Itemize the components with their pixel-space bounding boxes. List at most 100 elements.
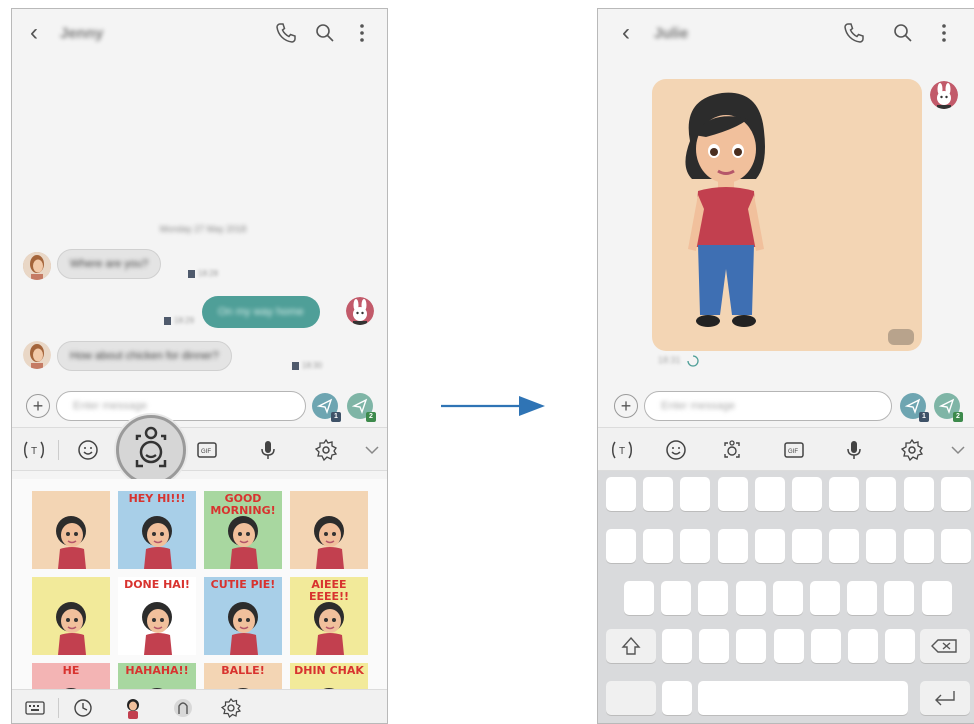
ar-emoji-sticker[interactable]: DHIN CHAK xyxy=(290,663,368,689)
letter-key[interactable] xyxy=(792,529,822,563)
search-icon[interactable] xyxy=(891,21,915,45)
letter-key[interactable] xyxy=(624,581,654,615)
letter-key[interactable] xyxy=(680,529,711,563)
emoji-icon[interactable] xyxy=(76,438,100,462)
letter-key[interactable] xyxy=(773,629,804,663)
message-input[interactable]: Enter message xyxy=(56,391,306,421)
ar-emoji-sticker[interactable]: HAHAHA!! xyxy=(118,663,196,689)
letter-key[interactable] xyxy=(643,529,674,563)
chevron-down-icon[interactable] xyxy=(360,438,384,462)
letter-key[interactable] xyxy=(848,629,878,663)
ar-emoji-sticker[interactable] xyxy=(32,491,110,569)
letter-key[interactable] xyxy=(698,581,729,615)
letter-key[interactable] xyxy=(866,477,897,511)
ar-emoji-sticker[interactable]: HE xyxy=(32,663,110,689)
comma-key[interactable] xyxy=(662,681,692,715)
send-sim2-button[interactable]: 2 xyxy=(934,393,963,422)
microphone-icon[interactable] xyxy=(842,438,866,462)
settings-gear-icon[interactable] xyxy=(220,697,242,719)
ar-emoji-button-magnified[interactable] xyxy=(116,415,186,485)
microphone-icon[interactable] xyxy=(256,438,280,462)
message-input[interactable]: Enter message xyxy=(644,391,892,421)
chevron-down-icon[interactable] xyxy=(946,438,970,462)
message-bubble-incoming[interactable]: Where are you? xyxy=(57,249,162,279)
letter-key[interactable] xyxy=(829,529,860,563)
text-mode-icon[interactable]: T xyxy=(22,438,46,462)
letter-key[interactable] xyxy=(866,529,897,563)
gif-icon[interactable]: GIF xyxy=(782,438,806,462)
sim2-badge: 2 xyxy=(366,412,376,422)
attach-plus-button[interactable]: + xyxy=(26,394,50,418)
back-arrow-icon[interactable]: ‹ xyxy=(30,21,38,45)
symbols-key[interactable] xyxy=(606,681,656,715)
letter-key[interactable] xyxy=(810,629,841,663)
settings-gear-icon[interactable] xyxy=(900,438,924,462)
ar-emoji-sticker[interactable]: GOOD MORNING! xyxy=(204,491,282,569)
letter-key[interactable] xyxy=(699,629,730,663)
letter-key[interactable] xyxy=(903,529,934,563)
emoji-icon[interactable] xyxy=(664,438,688,462)
my-emoji-stickers-icon[interactable] xyxy=(122,697,144,719)
attach-plus-button[interactable]: + xyxy=(614,394,638,418)
ar-emoji-sticker[interactable]: HEY HI!!! xyxy=(118,491,196,569)
letter-key[interactable] xyxy=(885,629,916,663)
letter-key[interactable] xyxy=(810,581,840,615)
avatar-stickers-icon[interactable] xyxy=(172,697,194,719)
text-mode-icon[interactable]: T xyxy=(610,438,634,462)
ar-emoji-icon[interactable] xyxy=(720,438,744,462)
letter-key[interactable] xyxy=(884,581,915,615)
ar-emoji-sticker[interactable]: CUTIE PIE! xyxy=(204,577,282,655)
settings-gear-icon[interactable] xyxy=(314,438,338,462)
message-bubble-outgoing[interactable]: On my way home xyxy=(202,296,320,328)
letter-key[interactable] xyxy=(754,477,785,511)
shift-arrow-icon xyxy=(621,636,641,655)
recent-clock-icon[interactable] xyxy=(72,697,94,719)
space-key[interactable] xyxy=(698,681,908,715)
letter-key[interactable] xyxy=(662,629,692,663)
phone-call-icon[interactable] xyxy=(842,21,866,45)
letter-key[interactable] xyxy=(606,477,636,511)
more-options-icon[interactable] xyxy=(932,21,956,45)
letter-key[interactable] xyxy=(772,581,803,615)
letter-key[interactable] xyxy=(921,581,952,615)
send-sim1-button[interactable]: 1 xyxy=(312,393,341,422)
letter-key[interactable] xyxy=(754,529,785,563)
ar-emoji-sticker[interactable] xyxy=(32,577,110,655)
letter-key[interactable] xyxy=(940,477,971,511)
contact-avatar[interactable] xyxy=(23,341,51,369)
back-arrow-icon[interactable]: ‹ xyxy=(622,21,630,45)
sim2-badge: 2 xyxy=(953,412,963,422)
letter-key[interactable] xyxy=(735,581,766,615)
ar-emoji-sticker[interactable]: DONE HAI! xyxy=(118,577,196,655)
phone-call-icon[interactable] xyxy=(274,21,298,45)
my-avatar[interactable] xyxy=(346,297,374,325)
my-avatar[interactable] xyxy=(930,81,958,109)
search-icon[interactable] xyxy=(313,21,337,45)
letter-key[interactable] xyxy=(736,629,767,663)
letter-key[interactable] xyxy=(829,477,860,511)
letter-key[interactable] xyxy=(606,529,636,563)
letter-key[interactable] xyxy=(792,477,822,511)
letter-key[interactable] xyxy=(680,477,711,511)
contact-avatar[interactable] xyxy=(23,252,51,280)
letter-key[interactable] xyxy=(903,477,934,511)
message-bubble-incoming[interactable]: How about chicken for dinner? xyxy=(57,341,232,371)
ar-emoji-sticker[interactable]: BALLE! xyxy=(204,663,282,689)
letter-key[interactable] xyxy=(717,477,748,511)
send-sim2-button[interactable]: 2 xyxy=(347,393,376,422)
letter-key[interactable] xyxy=(940,529,971,563)
more-options-icon[interactable] xyxy=(350,21,374,45)
shift-key[interactable] xyxy=(606,629,656,663)
send-sim1-button[interactable]: 1 xyxy=(900,393,929,422)
enter-key[interactable] xyxy=(920,681,970,715)
letter-key[interactable] xyxy=(643,477,674,511)
backspace-key[interactable] xyxy=(920,629,970,663)
ar-emoji-sticker[interactable] xyxy=(290,491,368,569)
letter-key[interactable] xyxy=(661,581,692,615)
letter-key[interactable] xyxy=(847,581,878,615)
ar-emoji-sticker[interactable]: AIEEE EEEE!! xyxy=(290,577,368,655)
letter-key[interactable] xyxy=(717,529,748,563)
sent-ar-emoji-sticker[interactable] xyxy=(652,79,922,351)
gif-icon[interactable]: GIF xyxy=(195,438,219,462)
keyboard-icon[interactable] xyxy=(24,697,46,719)
